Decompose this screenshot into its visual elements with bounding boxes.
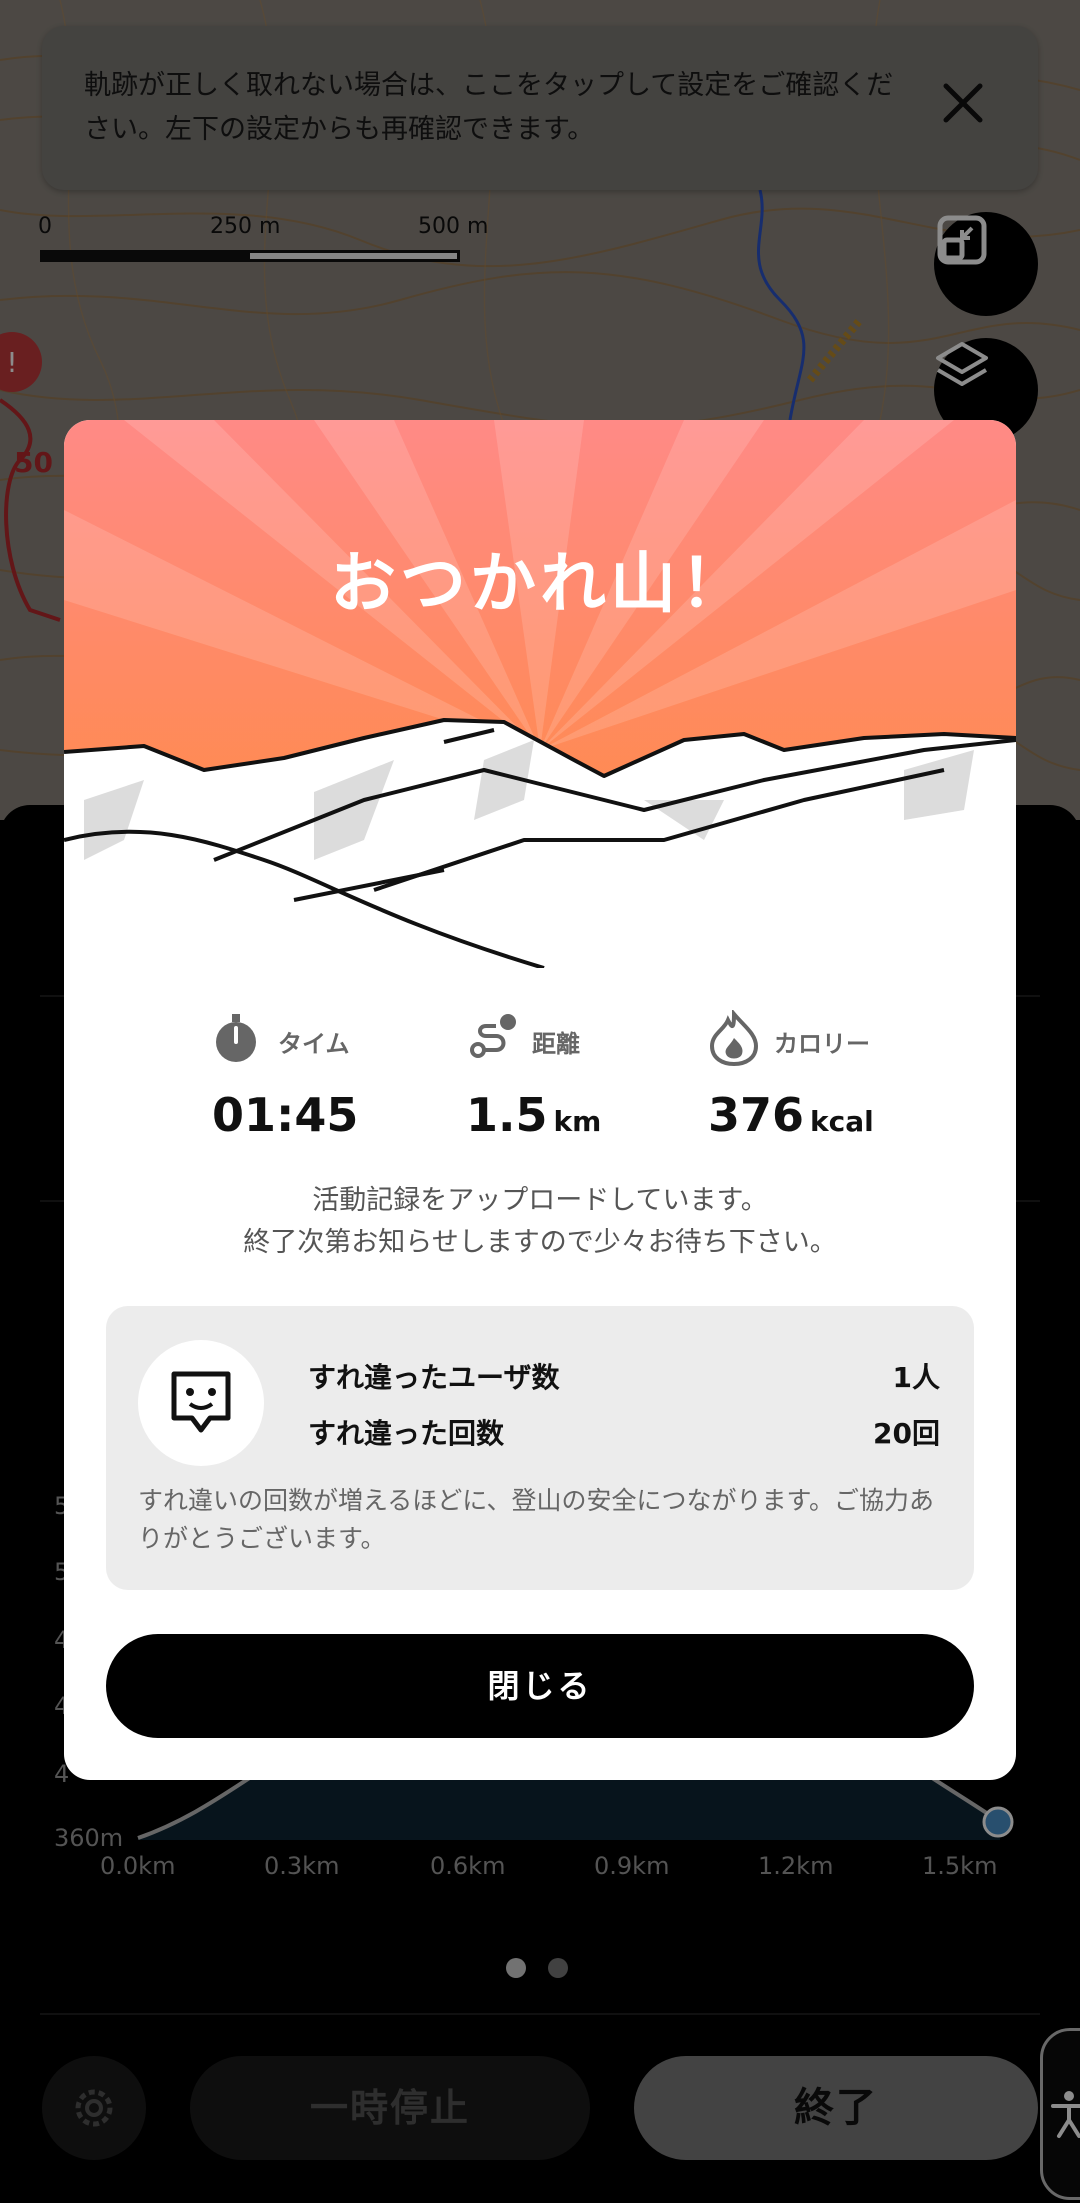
activity-stats: タイム 01:45 距離 1.5 km カロリー 376 kcal	[64, 1010, 1016, 1150]
stat-calories-unit: kcal	[810, 1105, 874, 1138]
upload-message-line1: 活動記録をアップロードしています。	[312, 1185, 768, 1216]
stat-distance-value: 1.5	[466, 1088, 548, 1142]
stat-calories: カロリー 376 kcal	[708, 1010, 1008, 1142]
encounter-avatar	[138, 1340, 264, 1466]
route-icon	[470, 1014, 516, 1058]
activity-complete-dialog: おつかれ山！ タイム 01:45 距離 1.5 km カロリー 376 kcal…	[64, 420, 1016, 1780]
stat-distance-label: 距離	[532, 1030, 580, 1058]
dialog-title: おつかれ山！	[330, 545, 750, 622]
flame-icon	[709, 1010, 759, 1066]
upload-status-message: 活動記録をアップロードしています。 終了次第お知らせしますので少々お待ち下さい。	[64, 1180, 1016, 1264]
stat-distance-unit: km	[553, 1105, 602, 1138]
smiley-badge-icon	[171, 1371, 231, 1433]
stat-time-value: 01:45	[212, 1088, 359, 1142]
encounter-count-value: 20回	[873, 1417, 940, 1450]
encounter-note: すれ違いの回数が増えるほどに、登山の安全につながります。ご協力ありがとうございま…	[138, 1486, 935, 1553]
close-dialog-button[interactable]: 閉じる	[106, 1634, 974, 1738]
stat-time-label: タイム	[278, 1030, 350, 1058]
stat-calories-label: カロリー	[774, 1030, 870, 1058]
encounter-summary-card: すれ違ったユーザ数 1人 すれ違った回数 20回 すれ違いの回数が増えるほどに、…	[106, 1306, 974, 1590]
mountain-illustration	[64, 420, 1016, 968]
encounter-count-label: すれ違った回数	[308, 1417, 505, 1450]
encounter-users-value: 1人	[892, 1361, 940, 1394]
encounter-users-row: すれ違ったユーザ数 1人	[308, 1356, 940, 1396]
upload-message-line2: 終了次第お知らせしますので少々お待ち下さい。	[243, 1227, 837, 1258]
encounter-users-label: すれ違ったユーザ数	[308, 1361, 560, 1394]
stopwatch-icon	[216, 1014, 256, 1062]
stat-calories-value: 376	[708, 1088, 805, 1142]
encounter-count-row: すれ違った回数 20回	[308, 1412, 940, 1452]
